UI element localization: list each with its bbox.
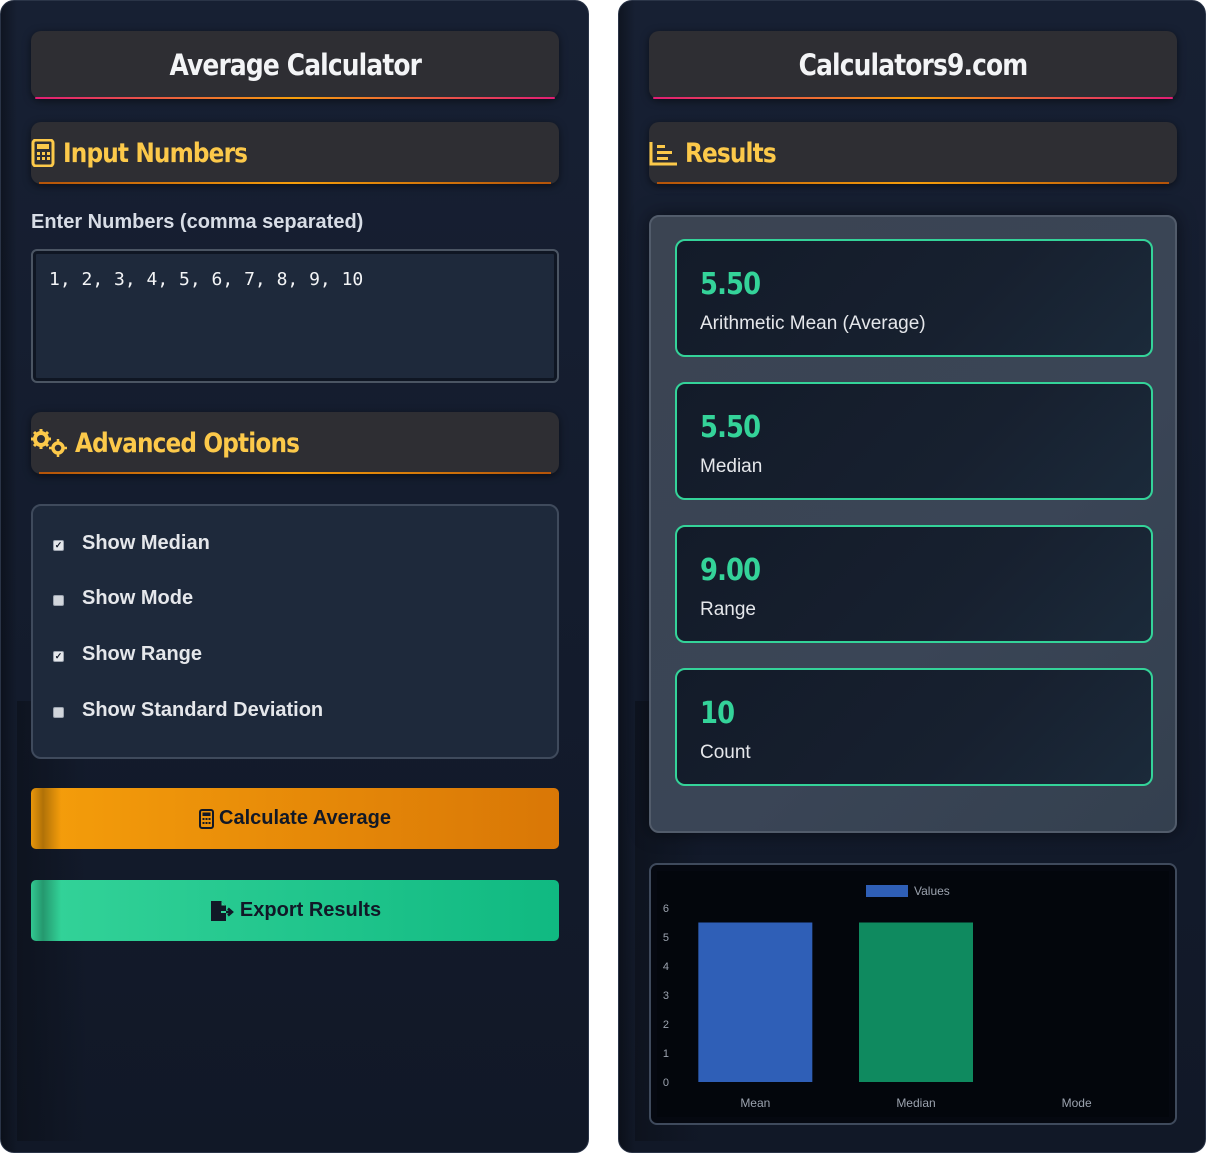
- checkbox-checked[interactable]: ✓: [53, 651, 64, 662]
- result-card-range: 9.00 Range: [675, 525, 1153, 643]
- file-export-icon: [210, 900, 234, 921]
- result-value: 5.50: [700, 267, 761, 302]
- result-card-count: 10 Count: [675, 668, 1153, 786]
- option-show-median[interactable]: ✓ Show Median: [53, 532, 210, 555]
- calculate-average-button[interactable]: Calculate Average: [31, 788, 559, 849]
- option-label: Show Median: [82, 532, 210, 554]
- x-tick-label: Median: [896, 1096, 935, 1110]
- bar-mean: [698, 922, 813, 1082]
- numbers-input[interactable]: 1, 2, 3, 4, 5, 6, 7, 8, 9, 10: [31, 249, 559, 383]
- y-tick-label: 4: [663, 961, 669, 973]
- result-card-mean: 5.50 Arithmetic Mean (Average): [675, 239, 1153, 357]
- results-header: Results: [649, 122, 1177, 184]
- result-value: 5.50: [700, 410, 761, 445]
- option-show-standard-deviation[interactable]: Show Standard Deviation: [53, 699, 323, 722]
- section-title: Results: [685, 137, 777, 169]
- site-title-header: Calculators9.com: [649, 31, 1177, 99]
- y-tick-label: 6: [663, 903, 669, 915]
- option-label: Show Range: [82, 643, 203, 665]
- result-value: 10: [700, 696, 735, 731]
- calculator-title-header: Average Calculator: [31, 31, 559, 99]
- advanced-options-box: ✓ Show Median Show Mode ✓ Show Range Sho…: [31, 504, 559, 759]
- result-label: Range: [700, 599, 756, 620]
- checkbox-checked[interactable]: ✓: [53, 540, 64, 551]
- result-label: Median: [700, 456, 763, 477]
- calculator-icon: [199, 808, 215, 829]
- gears-icon: [31, 429, 67, 457]
- page-title: Average Calculator: [169, 48, 422, 82]
- export-button-label: Export Results: [239, 899, 382, 921]
- bar-chart: 0 1 2 3 4 5 6 Values Mean Median Mode: [657, 871, 1169, 1117]
- y-tick-label: 3: [663, 990, 669, 1002]
- advanced-options-header: Advanced Options: [31, 412, 559, 474]
- option-show-range[interactable]: ✓ Show Range: [53, 643, 202, 666]
- calculator-icon: [31, 139, 55, 167]
- section-title: Input Numbers: [63, 137, 248, 169]
- export-results-button[interactable]: Export Results: [31, 880, 559, 941]
- y-tick-label: 5: [663, 932, 669, 944]
- result-value: 9.00: [700, 553, 761, 588]
- x-tick-label: Mode: [1062, 1096, 1092, 1110]
- result-label: Arithmetic Mean (Average): [700, 313, 926, 334]
- results-panel: Calculators9.com Results 5.50 Arithmetic…: [618, 0, 1206, 1153]
- result-card-median: 5.50 Median: [675, 382, 1153, 500]
- bar-chart-icon: [649, 142, 677, 166]
- checkbox-unchecked[interactable]: [53, 595, 64, 606]
- section-title: Advanced Options: [75, 427, 300, 459]
- calculator-panel: Average Calculator Input Numbers Enter N…: [0, 0, 589, 1153]
- calculate-button-label: Calculate Average: [219, 807, 391, 829]
- y-tick-label: 1: [663, 1048, 669, 1060]
- legend-label: Values: [914, 884, 950, 898]
- site-title: Calculators9.com: [798, 48, 1029, 82]
- numbers-field-label: Enter Numbers (comma separated): [31, 211, 364, 233]
- option-show-mode[interactable]: Show Mode: [53, 587, 193, 610]
- option-label: Show Mode: [82, 587, 194, 609]
- y-tick-label: 2: [663, 1019, 669, 1031]
- checkbox-unchecked[interactable]: [53, 707, 64, 718]
- y-tick-label: 0: [663, 1077, 669, 1089]
- results-container: 5.50 Arithmetic Mean (Average) 5.50 Medi…: [649, 215, 1177, 833]
- option-label: Show Standard Deviation: [82, 699, 324, 721]
- result-label: Count: [700, 742, 751, 763]
- results-chart: 0 1 2 3 4 5 6 Values Mean Median Mode: [649, 863, 1177, 1125]
- bar-median: [859, 922, 973, 1082]
- x-tick-label: Mean: [740, 1096, 770, 1110]
- legend-swatch: [866, 885, 908, 897]
- input-numbers-header: Input Numbers: [31, 122, 559, 184]
